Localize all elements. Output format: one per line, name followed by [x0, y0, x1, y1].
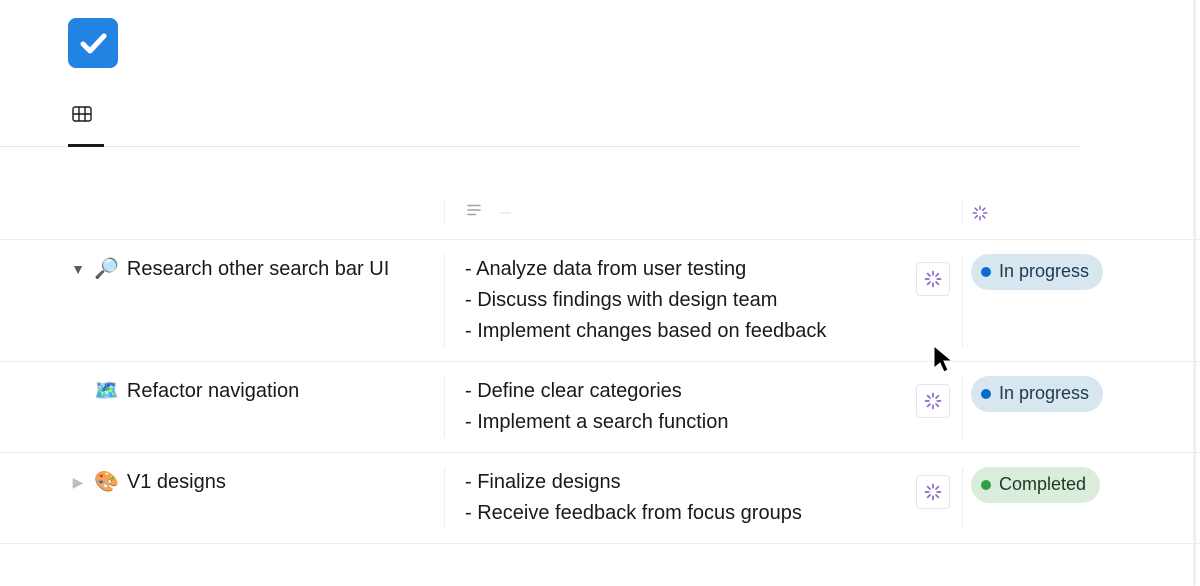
status-badge: In progress — [971, 376, 1103, 412]
task-table: ▼🔎 Research other search bar UI - Analyze … — [0, 191, 1200, 544]
status-property-icon — [971, 204, 989, 222]
view-tabs — [0, 102, 1080, 147]
status-label: Completed — [999, 471, 1086, 499]
task-name-cell[interactable]: 🗺️ Refactor navigation — [0, 376, 444, 438]
table-icon — [70, 102, 94, 132]
next-steps-cell[interactable]: - Analyze data from user testing- Discus… — [444, 254, 962, 347]
scrollbar[interactable] — [1193, 0, 1196, 586]
task-name-cell[interactable]: ▼🔎 Research other search bar UI — [0, 254, 444, 347]
checkmark-icon — [76, 26, 110, 60]
next-steps-cell[interactable]: - Define clear categories- Implement a s… — [444, 376, 962, 438]
task-name: Refactor navigation — [127, 376, 299, 407]
status-badge: Completed — [971, 467, 1100, 503]
step-line: - Define clear categories — [465, 376, 962, 407]
status-dot-icon — [981, 267, 991, 277]
ai-regenerate-button[interactable] — [916, 384, 950, 418]
task-name: Research other search bar UI — [127, 254, 389, 285]
step-line: - Analyze data from user testing — [465, 254, 962, 285]
status-badge: In progress — [971, 254, 1103, 290]
status-cell[interactable]: In progress — [962, 254, 1192, 347]
column-header-status[interactable] — [962, 201, 1192, 225]
status-dot-icon — [981, 480, 991, 490]
column-header-task-name[interactable] — [0, 201, 444, 225]
group-heading-this-week[interactable] — [0, 147, 1200, 181]
step-line: - Implement changes based on feedback — [465, 316, 962, 347]
ai-regenerate-button[interactable] — [916, 475, 950, 509]
status-dot-icon — [981, 389, 991, 399]
task-name-cell[interactable]: ▶🎨 V1 designs — [0, 467, 444, 529]
status-cell[interactable]: In progress — [962, 376, 1192, 438]
row-toggle-placeholder — [68, 376, 88, 381]
table-header — [0, 191, 1200, 239]
row-emoji-icon: 🔎 — [94, 254, 119, 285]
row-emoji-icon: 🎨 — [94, 467, 119, 498]
table-row[interactable]: 🗺️ Refactor navigation - Define clear cate… — [0, 361, 1200, 452]
step-line: - Receive feedback from focus groups — [465, 498, 962, 529]
next-steps-cell[interactable]: - Finalize designs- Receive feedback fro… — [444, 467, 962, 529]
step-line: - Discuss findings with design team — [465, 285, 962, 316]
table-row[interactable]: ▶🎨 V1 designs - Finalize designs- Receive … — [0, 452, 1200, 544]
text-property-icon — [465, 201, 483, 225]
task-name: V1 designs — [127, 467, 226, 498]
ai-badge — [499, 212, 511, 214]
chevron-right-icon[interactable]: ▶ — [68, 467, 88, 494]
step-line: - Finalize designs — [465, 467, 962, 498]
ai-regenerate-button[interactable] — [916, 262, 950, 296]
status-label: In progress — [999, 258, 1089, 286]
row-emoji-icon: 🗺️ — [94, 376, 119, 407]
chevron-down-icon[interactable]: ▼ — [68, 254, 88, 281]
step-line: - Implement a search function — [465, 407, 962, 438]
table-row[interactable]: ▼🔎 Research other search bar UI - Analyze … — [0, 239, 1200, 361]
status-label: In progress — [999, 380, 1089, 408]
page-icon[interactable] — [68, 18, 118, 68]
column-header-next-steps[interactable] — [444, 201, 962, 225]
tab-by-urgency[interactable] — [68, 102, 104, 147]
status-cell[interactable]: Completed — [962, 467, 1192, 529]
